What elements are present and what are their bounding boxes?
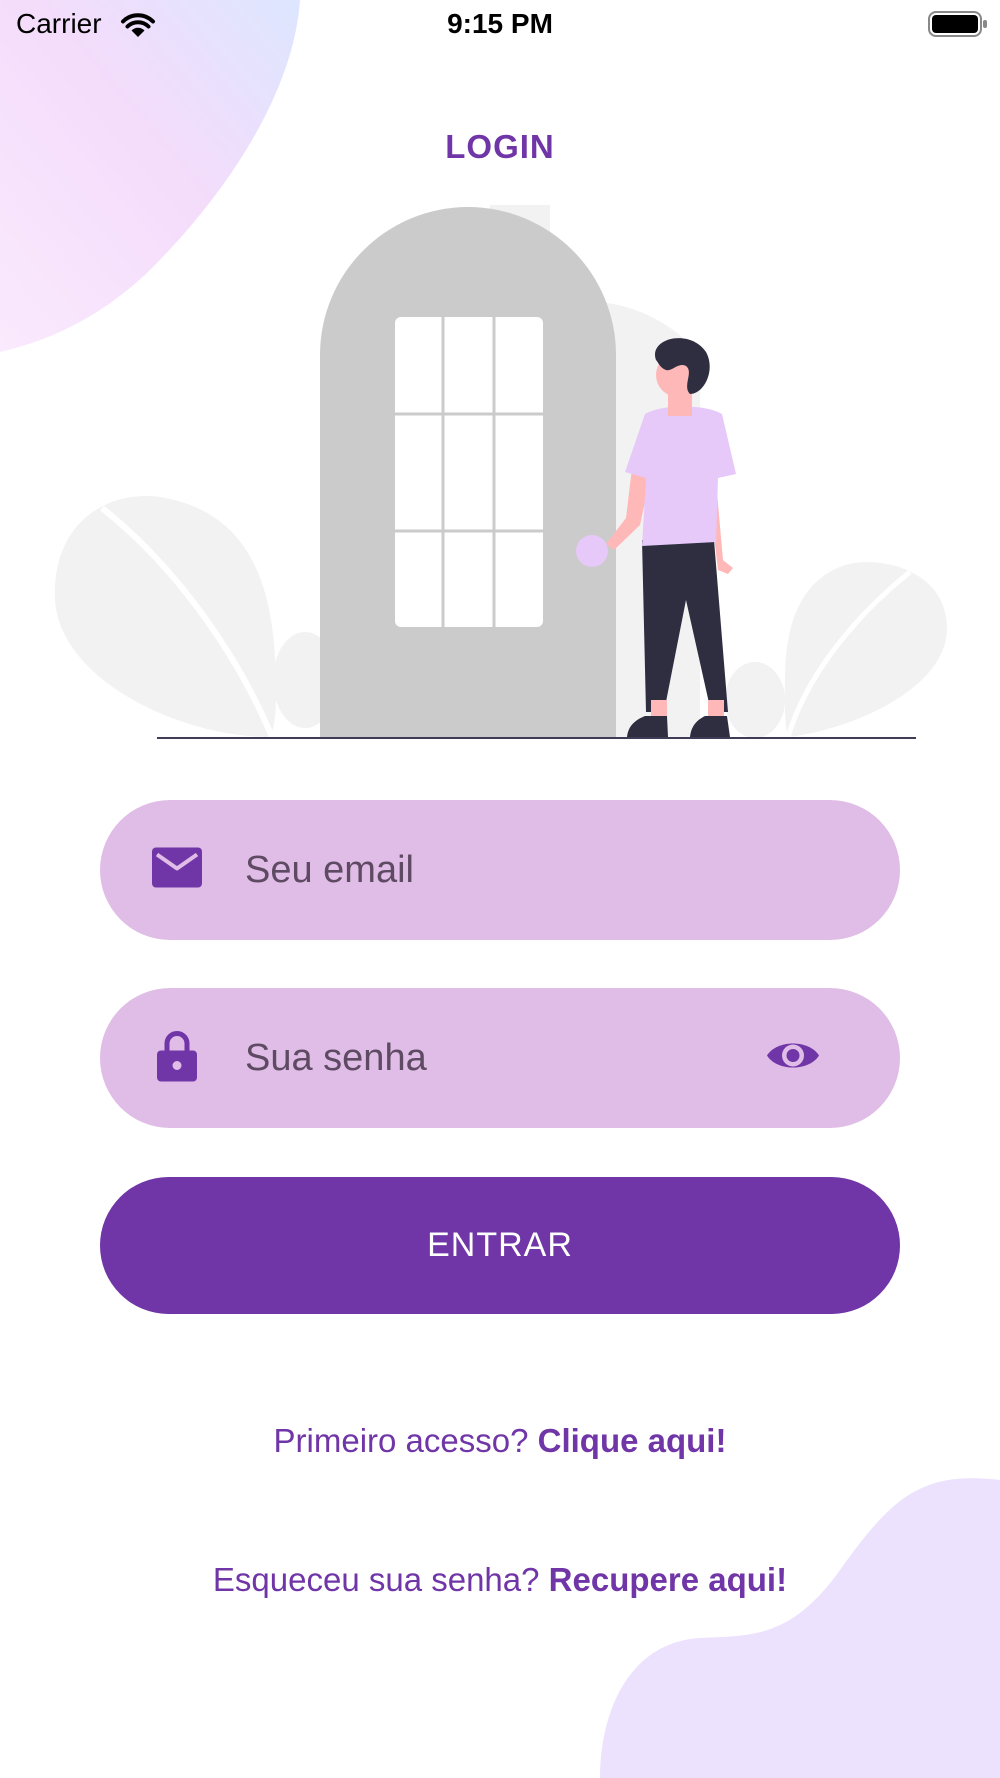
- password-field[interactable]: [100, 988, 900, 1128]
- recover-password-link[interactable]: Recupere aqui!: [549, 1561, 787, 1598]
- door-illustration: [54, 205, 948, 739]
- first-access-link[interactable]: Clique aqui!: [538, 1422, 727, 1459]
- password-input[interactable]: [245, 988, 745, 1128]
- status-bar: Carrier 9:15 PM: [0, 0, 1000, 50]
- email-input[interactable]: [245, 800, 745, 940]
- left-leaf-illustration: [54, 496, 277, 737]
- status-time: 9:15 PM: [447, 8, 553, 39]
- email-field[interactable]: [100, 800, 900, 940]
- first-access-prompt: Primeiro acesso?: [273, 1422, 529, 1459]
- forgot-password-line: Esqueceu sua senha? Recupere aqui!: [0, 1561, 1000, 1599]
- right-leaf-illustration: [784, 562, 948, 737]
- page-title: LOGIN: [445, 128, 555, 165]
- login-button[interactable]: ENTRAR: [100, 1177, 900, 1314]
- battery-full-icon: [928, 10, 988, 43]
- eye-icon[interactable]: [765, 1037, 821, 1080]
- first-access-line: Primeiro acesso? Clique aqui!: [0, 1422, 1000, 1460]
- envelope-icon: [152, 847, 202, 893]
- door-window: [395, 317, 543, 627]
- decorative-blob-bottom-right: [600, 1478, 1000, 1778]
- lock-icon: [156, 1030, 198, 1087]
- forgot-password-prompt: Esqueceu sua senha?: [212, 1561, 540, 1598]
- door-knob: [576, 535, 608, 567]
